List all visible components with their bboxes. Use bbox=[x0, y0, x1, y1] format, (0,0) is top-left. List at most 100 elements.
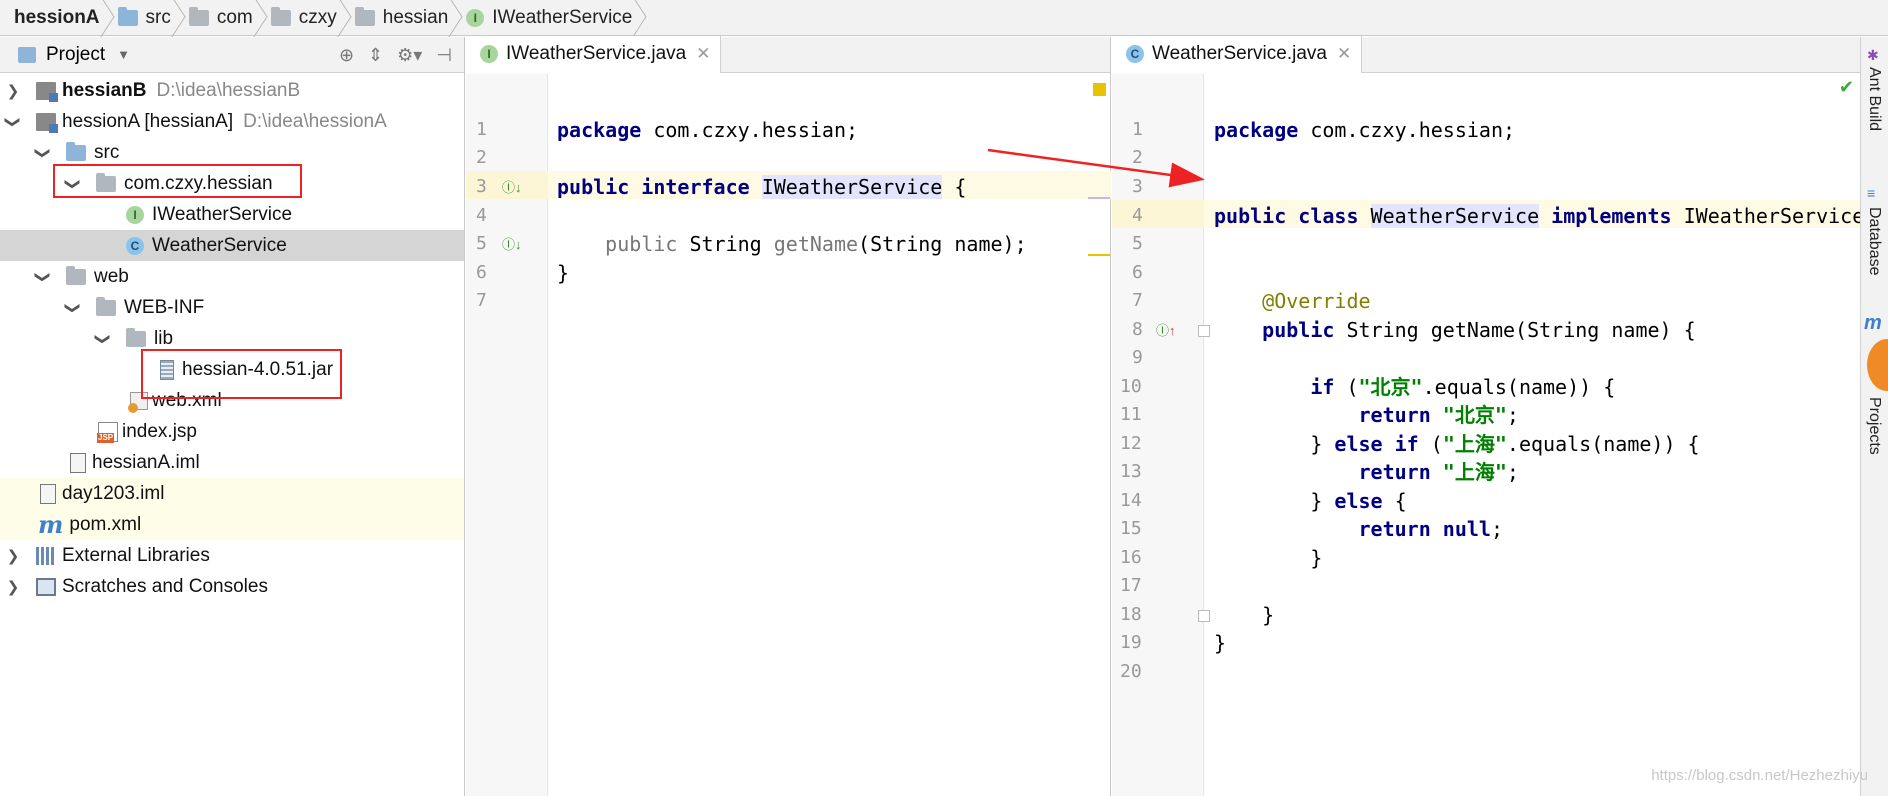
chevron-down-icon[interactable]: ❯ bbox=[34, 146, 52, 160]
line-number: 5 bbox=[1132, 233, 1143, 254]
breadcrumb-src[interactable]: src bbox=[108, 0, 179, 36]
code-line-4: public class WeatherService implements I… bbox=[1214, 204, 1888, 228]
line-number: 19 bbox=[1120, 632, 1142, 653]
folder-icon bbox=[96, 296, 116, 316]
chevron-down-icon[interactable]: ❯ bbox=[34, 270, 52, 284]
interface-icon: I bbox=[466, 8, 485, 27]
tool-tab-database[interactable]: Database bbox=[1865, 207, 1883, 276]
code-line-1: package com.czxy.hessian; bbox=[557, 118, 859, 142]
line-number: 20 bbox=[1120, 661, 1142, 682]
code-line-15: return null; bbox=[1358, 517, 1504, 541]
breadcrumb-hessian[interactable]: hessian bbox=[345, 0, 457, 36]
chevron-down-icon[interactable]: ▼ bbox=[117, 47, 130, 62]
chevron-right-icon[interactable]: ❯ bbox=[6, 547, 20, 565]
line-number: 2 bbox=[476, 147, 487, 168]
tree-item-label: pom.xml bbox=[69, 513, 142, 535]
tree-item-pom-xml[interactable]: m pom.xml bbox=[0, 509, 464, 540]
tree-item-web[interactable]: ❯ web bbox=[0, 261, 464, 292]
tool-tab-projects[interactable]: Projects bbox=[1865, 397, 1883, 455]
line-number: 18 bbox=[1120, 604, 1142, 625]
hide-icon[interactable]: ⊣ bbox=[436, 45, 452, 66]
project-folder-icon bbox=[18, 46, 36, 63]
tree-item-WEB-INF[interactable]: ❯ WEB-INF bbox=[0, 292, 464, 323]
chevron-down-icon[interactable]: ❯ bbox=[4, 115, 22, 129]
gear-icon[interactable]: ⚙▾ bbox=[397, 45, 422, 66]
line-number: 16 bbox=[1120, 547, 1142, 568]
scratches-icon bbox=[36, 577, 56, 596]
chevron-right-icon[interactable]: ❯ bbox=[6, 578, 20, 596]
line-number: 1 bbox=[476, 119, 487, 140]
maven-icon: m bbox=[1864, 312, 1882, 334]
tree-item-day1203-iml[interactable]: day1203.iml bbox=[0, 478, 464, 509]
tab-label: IWeatherService.java bbox=[506, 43, 687, 64]
code-line-1: package com.czxy.hessian; bbox=[1214, 118, 1516, 142]
editor-pane-left[interactable]: I IWeatherService.java ✕ 1 2 3 4 5 6 7 Ⓘ… bbox=[466, 36, 1111, 796]
editor-tab-bar: I IWeatherService.java ✕ bbox=[466, 36, 1110, 73]
fold-icon[interactable] bbox=[1198, 325, 1210, 337]
warning-marker-icon[interactable] bbox=[1093, 83, 1106, 96]
project-view-selector[interactable]: Project bbox=[46, 44, 105, 66]
notification-badge[interactable] bbox=[1867, 339, 1888, 391]
line-number: 10 bbox=[1120, 376, 1142, 397]
fold-icon[interactable] bbox=[1198, 610, 1210, 622]
tree-item-label: index.jsp bbox=[122, 420, 197, 442]
line-number: 4 bbox=[476, 205, 487, 226]
line-number: 15 bbox=[1120, 518, 1142, 539]
code-line-13: return "上海"; bbox=[1358, 460, 1519, 484]
line-number: 7 bbox=[476, 290, 487, 311]
line-number: 3 bbox=[1132, 176, 1143, 197]
tree-item-index-jsp[interactable]: JSP index.jsp bbox=[0, 416, 464, 447]
implemented-marker-icon[interactable]: Ⓘ↓ bbox=[502, 234, 522, 253]
tree-item-label: web bbox=[94, 265, 129, 287]
code-line-6: } bbox=[557, 261, 570, 285]
implemented-marker-icon[interactable]: Ⓘ↓ bbox=[502, 177, 522, 196]
class-icon: C bbox=[1126, 45, 1144, 63]
tree-item-hessianB[interactable]: ❯ hessianB D:\idea\hessianB bbox=[0, 75, 464, 106]
chevron-down-icon[interactable]: ❯ bbox=[64, 301, 82, 315]
code-line-10: if ("北京".equals(name)) { bbox=[1310, 375, 1616, 399]
folder-icon bbox=[66, 265, 86, 285]
tool-tab-ant-build[interactable]: Ant Build bbox=[1865, 67, 1883, 131]
tree-item-scratches[interactable]: ❯ Scratches and Consoles bbox=[0, 571, 464, 602]
line-number: 17 bbox=[1120, 575, 1142, 596]
scroll-marker bbox=[1088, 197, 1110, 199]
tree-item-WeatherService[interactable]: C WeatherService bbox=[0, 230, 464, 261]
line-number: 1 bbox=[1132, 119, 1143, 140]
implements-marker-icon[interactable]: Ⓘ↑ bbox=[1156, 320, 1176, 339]
tree-item-label: hessianA.iml bbox=[92, 451, 200, 473]
line-number: 2 bbox=[1132, 147, 1143, 168]
project-panel-header: Project ▼ ⊕ ⇕ ⚙▾ ⊣ bbox=[0, 37, 464, 73]
tree-item-IWeatherService[interactable]: I IWeatherService bbox=[0, 199, 464, 230]
close-icon[interactable]: ✕ bbox=[1337, 44, 1351, 64]
breadcrumb-label: src bbox=[145, 6, 171, 28]
tree-item-hessianA-iml[interactable]: hessianA.iml bbox=[0, 447, 464, 478]
close-icon[interactable]: ✕ bbox=[696, 44, 710, 64]
line-number: 13 bbox=[1120, 461, 1142, 482]
breadcrumb-com[interactable]: com bbox=[179, 0, 261, 36]
breadcrumb-hessionA[interactable]: hessionA bbox=[2, 0, 108, 36]
tree-item-label: IWeatherService bbox=[152, 203, 293, 225]
library-icon bbox=[36, 546, 56, 565]
code-line-18: } bbox=[1214, 603, 1275, 627]
chevron-right-icon[interactable]: ❯ bbox=[6, 82, 20, 100]
tab-WeatherService-java[interactable]: C WeatherService.java ✕ bbox=[1112, 36, 1363, 73]
breadcrumb-IWeatherService[interactable]: I IWeatherService bbox=[456, 0, 640, 36]
tree-item-label: Scratches and Consoles bbox=[62, 575, 268, 597]
tab-IWeatherService-java[interactable]: I IWeatherService.java ✕ bbox=[466, 36, 722, 73]
annotation-box-jar bbox=[141, 349, 342, 399]
tree-item-hessionA[interactable]: ❯ hessionA [hessianA] D:\idea\hessionA bbox=[0, 106, 464, 137]
collapse-all-icon[interactable]: ⇕ bbox=[368, 45, 383, 66]
tree-item-label: lib bbox=[154, 327, 174, 349]
breadcrumb-czxy[interactable]: czxy bbox=[261, 0, 345, 36]
tree-item-path: D:\idea\hessionA bbox=[243, 110, 387, 132]
chevron-down-icon[interactable]: ❯ bbox=[94, 332, 112, 346]
line-number: 9 bbox=[1132, 347, 1143, 368]
editor-pane-right[interactable]: C WeatherService.java ✕ 1 2 3 4 5 6 7 8 … bbox=[1112, 36, 1888, 796]
tree-item-external-libraries[interactable]: ❯ External Libraries bbox=[0, 540, 464, 571]
code-line-5: public String getName(String name); bbox=[605, 232, 1027, 256]
line-number: 7 bbox=[1132, 290, 1143, 311]
line-number: 11 bbox=[1120, 404, 1142, 425]
interface-icon: I bbox=[126, 205, 144, 224]
locate-icon[interactable]: ⊕ bbox=[339, 45, 354, 66]
tree-item-label: day1203.iml bbox=[62, 482, 165, 504]
